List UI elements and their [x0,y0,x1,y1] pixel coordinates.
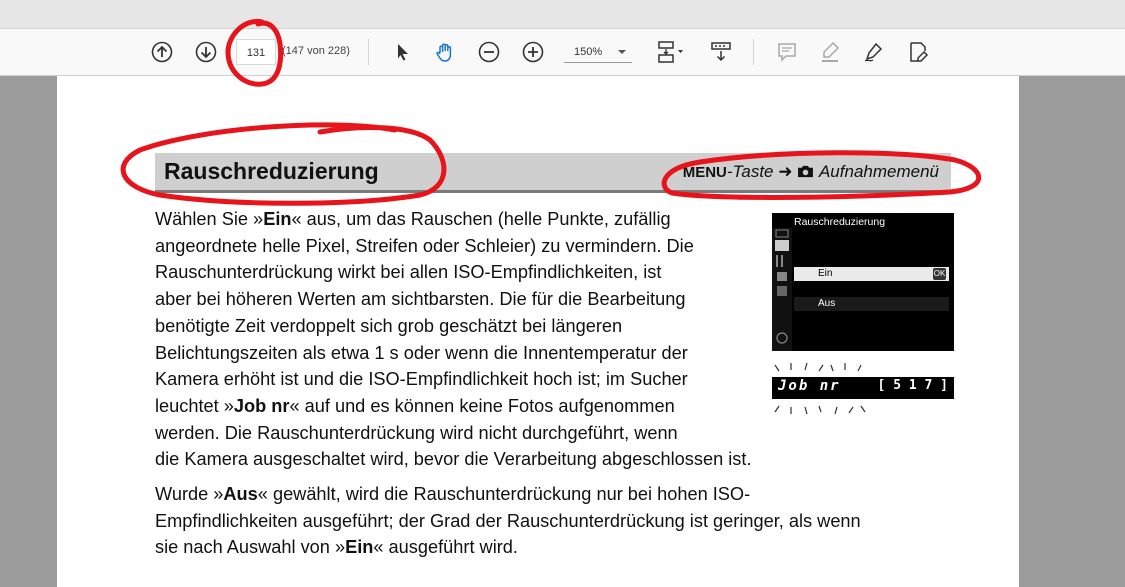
chevron-down-icon [618,50,626,54]
zoom-in-button[interactable] [519,38,547,66]
minus-circle-icon [478,41,500,63]
page-number-input[interactable]: 131 [236,39,276,65]
paragraph-1-line: werden. Die Rauschunterdrückung wird nic… [155,422,678,443]
paragraph-2-line: Empfindlichkeiten ausgeführt; der Grad d… [155,510,861,531]
select-tool-button[interactable] [388,38,416,66]
ok-badge: OK [933,268,946,280]
menu-path: MENU-Taste ➜ Aufnahmemenü [683,162,939,182]
next-page-button[interactable] [192,38,220,66]
previous-page-button[interactable] [148,38,176,66]
bold-term: Ein [345,537,374,558]
scroll-mode-icon [711,42,731,62]
comment-button[interactable] [773,38,801,66]
section-title: Rauschreduzierung [164,158,379,184]
menu-name: Aufnahmemenü [818,162,939,181]
plus-circle-icon [522,41,544,63]
arrow-up-circle-icon [151,41,173,63]
sign-button[interactable] [860,38,888,66]
camera-icon [798,165,814,178]
highlight-button[interactable] [816,38,844,66]
pen-sign-icon [864,42,883,62]
hand-icon [436,43,452,62]
paragraph-1-line: die Kamera ausgeschaltet wird, bevor die… [155,449,752,470]
fit-page-button[interactable] [652,38,688,66]
lcd-title: Rauschreduzierung [794,216,886,228]
lcd-option-on: Ein OK [794,267,949,281]
paragraph-1-line: Belichtungszeiten als etwa 1 s oder wenn… [155,342,688,363]
pdf-toolbar: 131 (147 von 228) 150% [0,29,1125,76]
paragraph-1: Wählen Sie »Ein« aus, um das Rauschen (h… [155,206,752,473]
bold-term: Ein [263,209,292,229]
section-heading-bar: Rauschreduzierung MENU-Taste ➜ Aufnahmem… [155,153,951,193]
lcd-option-off: Aus [794,297,949,311]
comment-icon [778,43,796,62]
paragraph-1-line: angeordnete helle Pixel, Streifen oder S… [155,235,694,256]
paragraph-1-line: aber bei höheren Werten am sichtbarsten.… [155,289,686,310]
paragraph-1-line: Kamera erhöht ist und die ISO-Empfindlic… [155,369,688,390]
hand-tool-button[interactable] [431,38,459,66]
scroll-mode-button[interactable] [707,38,735,66]
zoom-level-select[interactable]: 150% [564,41,632,63]
lcd-option-on-label: Ein [818,268,833,279]
highlighter-icon [822,41,840,62]
toolbar-divider [753,39,754,65]
cursor-arrow-icon [398,44,408,61]
viewfinder-job-text: Job nr [778,378,841,394]
paragraph-1-line: benötigte Zeit verdoppelt sich grob gesc… [155,315,623,336]
bold-term: Aus [223,484,258,504]
viewfinder-display: Job nr [ 5 1 7 ] [772,377,954,399]
taste-label: -Taste [726,162,774,181]
viewfinder-count: [ 5 1 7 ] [877,378,948,393]
edit-button[interactable] [904,38,932,66]
menu-button-label: MENU [682,164,727,181]
arrow-right-icon: ➜ [778,162,793,181]
toolbar-divider [368,39,369,65]
lcd-option-off-label: Aus [818,298,836,309]
paragraph-1-line: Rauschunterdrückung wirkt bei allen ISO-… [155,262,662,283]
zoom-level-value: 150% [574,46,603,58]
arrow-down-circle-icon [195,41,217,63]
zoom-out-button[interactable] [475,38,503,66]
paragraph-2: Wurde »Aus« gewählt, wird die Rauschunte… [155,481,861,561]
paragraph-1-line: leuchtet »Job nr« auf und es können kein… [155,395,675,416]
lcd-menu-sidebar [772,228,792,351]
menu-tab-icons [775,229,789,344]
paragraph-2-line: sie nach Auswahl von »Ein« ausgeführt wi… [155,537,518,558]
bold-term: Job nr [233,395,290,416]
pdf-page: Rauschreduzierung MENU-Taste ➜ Aufnahmem… [57,76,1019,587]
camera-lcd-screenshot: Rauschreduzierung Ein OK Aus [772,213,954,351]
paragraph-1-line: Wählen Sie »Ein« aus, um das Rauschen (h… [155,209,671,229]
paragraph-2-line: Wurde »Aus« gewählt, wird die Rauschunte… [155,484,751,504]
page-count-label: (147 von 228) [282,45,350,57]
edit-document-icon [910,42,929,62]
window-top-strip [0,0,1125,29]
fit-page-icon [658,41,683,63]
